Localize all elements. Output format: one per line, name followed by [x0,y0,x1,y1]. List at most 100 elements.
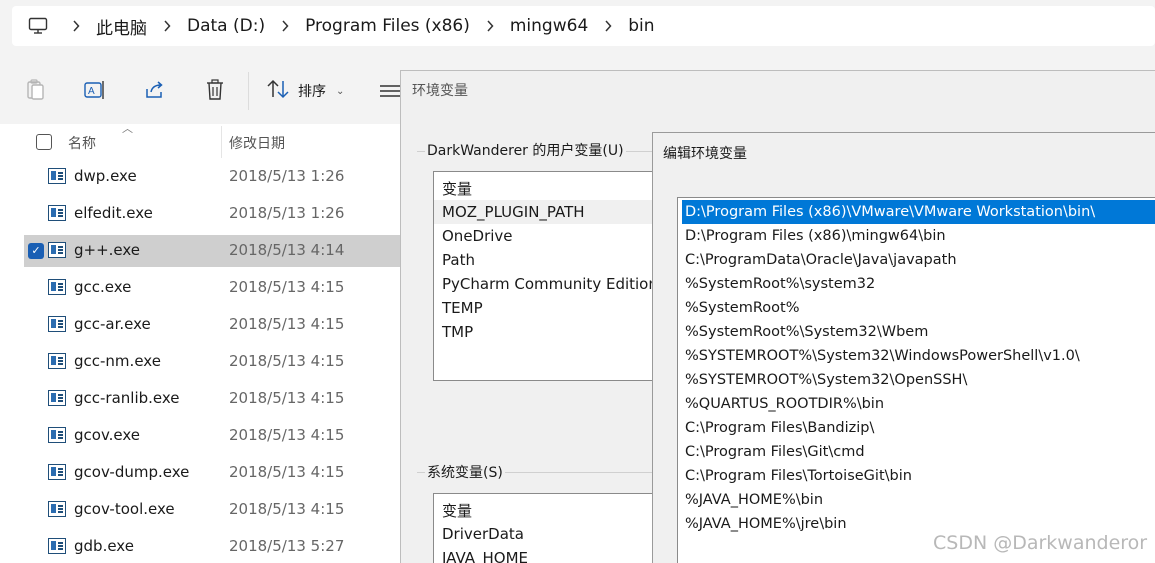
exe-file-icon [48,279,66,295]
dialog-title: 编辑环境变量 [663,146,747,162]
exe-file-icon [48,205,66,221]
file-row[interactable]: gdb.exe 2018/5/13 5:27 [24,531,400,563]
file-date: 2018/5/13 4:15 [229,463,345,481]
chevron-right-icon[interactable] [277,16,293,36]
file-name: gcov-dump.exe [74,463,190,481]
file-list-header: 名称 ︿ 修改日期 [24,122,400,160]
file-row[interactable]: gcc-ranlib.exe 2018/5/13 4:15 [24,383,400,415]
exe-file-icon [48,242,66,258]
list-column-header[interactable]: 变量 [442,178,472,199]
user-var-item[interactable]: TEMP [434,296,662,320]
file-name: elfedit.exe [74,204,153,222]
file-row[interactable]: dwp.exe 2018/5/13 1:26 [24,161,400,193]
breadcrumb-item-bin[interactable]: bin [628,16,654,36]
file-name: gcc-nm.exe [74,352,161,370]
file-name: gcc.exe [74,278,132,296]
file-date: 2018/5/13 4:15 [229,500,345,518]
exe-file-icon [48,168,66,184]
path-entry[interactable]: D:\Program Files (x86)\mingw64\bin [682,224,1155,248]
path-entry[interactable]: %QUARTUS_ROOTDIR%\bin [682,392,1155,416]
edit-env-var-dialog: 编辑环境变量 D:\Program Files (x86)\VMware\VMw… [652,132,1155,563]
path-entry[interactable]: %SystemRoot%\system32 [682,272,1155,296]
file-name: g++.exe [74,241,141,259]
file-date: 2018/5/13 4:15 [229,278,345,296]
file-name: dwp.exe [74,167,137,185]
file-row[interactable]: gcov-dump.exe 2018/5/13 4:15 [24,457,400,489]
user-var-item[interactable]: MOZ_PLUGIN_PATH [434,200,662,224]
svg-text:A: A [88,86,95,97]
exe-file-icon [48,538,66,554]
file-date: 2018/5/13 4:15 [229,389,345,407]
file-row[interactable]: gcc-ar.exe 2018/5/13 4:15 [24,309,400,341]
file-date: 2018/5/13 4:15 [229,426,345,444]
view-icon[interactable] [380,82,402,100]
file-row[interactable]: gcov.exe 2018/5/13 4:15 [24,420,400,452]
user-var-item[interactable]: OneDrive [434,224,662,248]
address-bar[interactable]: 此电脑 Data (D:) Program Files (x86) mingw6… [12,6,1155,46]
chevron-right-icon[interactable] [600,16,616,36]
chevron-right-icon[interactable] [159,16,175,36]
select-all-checkbox[interactable] [36,134,52,150]
exe-file-icon [48,390,66,406]
file-date: 2018/5/13 5:27 [229,537,345,555]
chevron-right-icon[interactable] [482,16,498,36]
file-row[interactable]: ✓ g++.exe 2018/5/13 4:14 [24,235,400,267]
path-entry[interactable]: %SYSTEMROOT%\System32\OpenSSH\ [682,368,1155,392]
path-entry[interactable]: %SystemRoot% [682,296,1155,320]
path-entries-list[interactable]: D:\Program Files (x86)\VMware\VMware Wor… [677,197,1155,563]
file-row[interactable]: elfedit.exe 2018/5/13 1:26 [24,198,400,230]
chevron-down-icon: ⌄ [336,85,345,97]
list-column-header[interactable]: 变量 [442,500,472,521]
path-entry[interactable]: D:\Program Files (x86)\VMware\VMware Wor… [682,200,1155,224]
rename-icon[interactable]: A [83,78,107,102]
path-entry[interactable]: C:\Program Files\Bandizip\ [682,416,1155,440]
path-entry[interactable]: %SYSTEMROOT%\System32\WindowsPowerShell\… [682,344,1155,368]
path-entry[interactable]: C:\ProgramData\Oracle\Java\javapath [682,248,1155,272]
system-vars-group-label: 系统变量(S) [425,462,505,482]
path-entry[interactable]: C:\Program Files\TortoiseGit\bin [682,464,1155,488]
file-row[interactable]: gcov-tool.exe 2018/5/13 4:15 [24,494,400,526]
file-name: gdb.exe [74,537,134,555]
column-header-name[interactable]: 名称 [68,133,96,153]
file-date: 2018/5/13 4:15 [229,352,345,370]
computer-icon[interactable] [26,16,50,36]
file-name: gcc-ranlib.exe [74,389,180,407]
sort-button[interactable]: 排序 ⌄ [266,78,344,104]
paste-icon[interactable] [24,78,48,102]
toolbar-divider [248,72,249,110]
exe-file-icon [48,316,66,332]
breadcrumb-item-this-pc[interactable]: 此电脑 [96,14,147,39]
user-vars-list[interactable]: 变量 MOZ_PLUGIN_PATH OneDrive Path PyCharm Co… [433,171,663,381]
system-vars-list[interactable]: 变量 DriverData JAVA_HOME [433,493,663,563]
file-name: gcov.exe [74,426,141,444]
path-entry[interactable]: %JAVA_HOME%\bin [682,488,1155,512]
file-row[interactable]: gcc.exe 2018/5/13 4:15 [24,272,400,304]
user-var-item[interactable]: Path [434,248,662,272]
path-entry[interactable]: C:\Program Files\Git\cmd [682,440,1155,464]
dialog-title: 环境变量 [412,83,468,99]
watermark: CSDN @Darkwanderor [933,532,1148,554]
exe-file-icon [48,353,66,369]
file-row[interactable]: gcc-nm.exe 2018/5/13 4:15 [24,346,400,378]
user-var-item[interactable]: TMP [434,320,662,344]
exe-file-icon [48,464,66,480]
sort-label: 排序 [298,84,326,100]
user-vars-group-label: DarkWanderer 的用户变量(U) [425,140,626,160]
column-header-date[interactable]: 修改日期 [229,133,285,153]
breadcrumb-item-data-drive[interactable]: Data (D:) [187,16,265,36]
sort-icon [266,79,290,103]
column-divider[interactable] [221,126,222,158]
exe-file-icon [48,427,66,443]
system-var-item[interactable]: JAVA_HOME [434,546,662,563]
row-checkbox[interactable]: ✓ [28,243,44,259]
delete-icon[interactable] [203,78,227,102]
file-date: 2018/5/13 1:26 [229,167,345,185]
breadcrumb-item-mingw64[interactable]: mingw64 [510,16,588,36]
chevron-right-icon[interactable] [68,16,84,36]
file-name: gcov-tool.exe [74,500,175,518]
breadcrumb-item-program-files[interactable]: Program Files (x86) [305,16,470,36]
user-var-item[interactable]: PyCharm Community Edition [434,272,662,296]
path-entry[interactable]: %SystemRoot%\System32\Wbem [682,320,1155,344]
system-var-item[interactable]: DriverData [434,522,662,546]
share-icon[interactable] [143,78,167,102]
